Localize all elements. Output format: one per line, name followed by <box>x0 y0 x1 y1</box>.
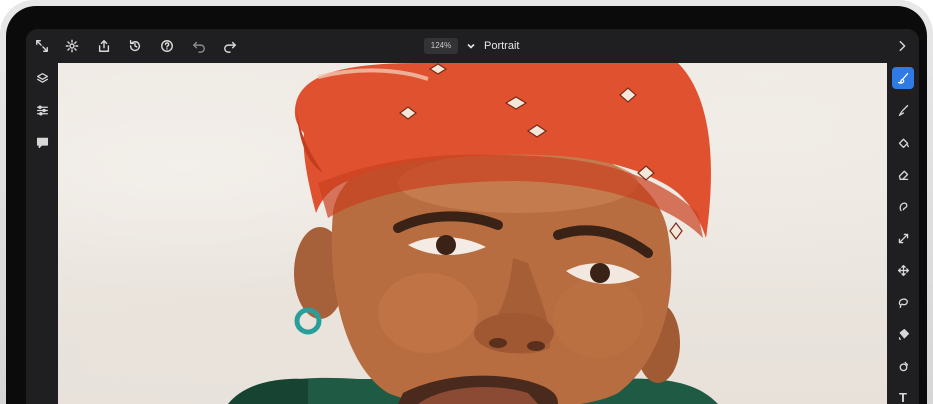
chevron-right-icon[interactable] <box>892 36 912 56</box>
app-screen: 124% Portrait T <box>26 29 919 404</box>
portrait-artwork <box>228 63 718 404</box>
smudge-icon[interactable] <box>892 195 914 217</box>
gear-icon[interactable] <box>62 36 82 56</box>
text-icon[interactable]: T <box>892 386 914 404</box>
redo-icon[interactable] <box>220 36 240 56</box>
help-icon[interactable] <box>157 36 177 56</box>
fullscreen-icon[interactable] <box>32 36 52 56</box>
layers-icon[interactable] <box>31 67 53 89</box>
fill-icon[interactable] <box>892 131 914 153</box>
document-title: Portrait <box>484 40 520 52</box>
brush-icon[interactable] <box>892 99 914 121</box>
adjustments-icon[interactable] <box>31 99 53 121</box>
chevron-down-icon <box>467 43 475 49</box>
eraser-icon[interactable] <box>892 163 914 185</box>
undo-icon[interactable] <box>189 36 209 56</box>
left-panel <box>26 63 58 404</box>
transform-icon[interactable] <box>892 227 914 249</box>
zoom-level[interactable]: 124% <box>424 38 458 54</box>
bucket-icon[interactable] <box>892 323 914 345</box>
history-icon[interactable] <box>125 36 145 56</box>
shape-icon[interactable] <box>892 355 914 377</box>
tools-panel: T <box>887 63 919 404</box>
share-icon[interactable] <box>94 36 114 56</box>
lasso-icon[interactable] <box>892 291 914 313</box>
comments-icon[interactable] <box>31 131 53 153</box>
artwork-canvas[interactable] <box>58 63 887 404</box>
text-tool-glyph: T <box>899 389 907 404</box>
top-toolbar: 124% Portrait <box>26 29 919 63</box>
move-icon[interactable] <box>892 259 914 281</box>
paint-brush-icon[interactable] <box>892 67 914 89</box>
document-title-menu[interactable]: Portrait <box>466 38 519 54</box>
